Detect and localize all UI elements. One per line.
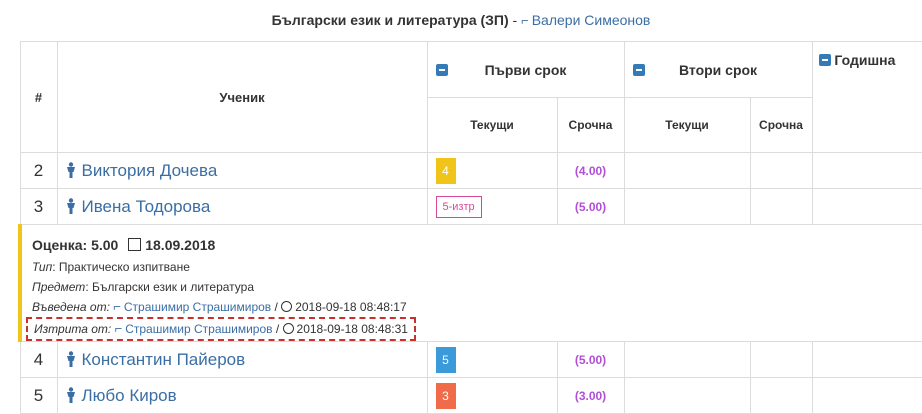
term1-average: (5.00): [556, 341, 625, 378]
student-link[interactable]: Любо Киров: [56, 377, 428, 414]
collapse-term1-icon[interactable]: [435, 64, 448, 76]
student-link[interactable]: Ивена Тодорова: [56, 188, 428, 225]
term2-header[interactable]: Втори срок: [623, 41, 813, 98]
yearly-header[interactable]: Годишна: [811, 41, 922, 153]
grade-badge[interactable]: 5: [435, 346, 456, 373]
term2-current-cell: [623, 377, 751, 414]
grade-subject-line: Предмет: Български език и литература: [32, 277, 914, 297]
term1-label: Първи срок: [484, 61, 567, 78]
row-number: 4: [19, 341, 58, 378]
type-label: Тип: [32, 260, 53, 274]
grade-value: Оценка: 5.00: [32, 237, 119, 253]
term1-average: (3.00): [556, 377, 625, 414]
col-num-header: #: [19, 41, 58, 153]
student-icon: [66, 350, 75, 367]
entered-at: 2018-09-18 08:48:17: [295, 300, 407, 314]
grade-detail-heading: Оценка: 5.00 18.09.2018: [32, 235, 914, 255]
table-row: 4 Константин Пайеров 5 (5.00): [19, 341, 922, 378]
deleted-grade-badge[interactable]: 5-изтр: [435, 195, 482, 218]
table-row: 2 Виктория Дочева 4 (4.00): [19, 152, 922, 189]
term1-current-cell: 3: [426, 377, 558, 414]
glasses-icon: ⌐: [114, 321, 123, 336]
deleted-separator: /: [272, 322, 280, 336]
yearly-cell: [811, 377, 922, 414]
term2-current-cell: [623, 341, 751, 378]
grade-type-line: Тип: Практическо изпитване: [32, 257, 914, 277]
grade-detail-row: Оценка: 5.00 18.09.2018 Тип: Практическо…: [17, 224, 922, 342]
glasses-icon: ⌐: [113, 299, 121, 314]
student-link[interactable]: Константин Пайеров: [56, 341, 428, 378]
term1-average: (4.00): [556, 152, 625, 189]
entered-separator: /: [271, 300, 278, 314]
entered-by-link[interactable]: Страшимир Страшимиров: [124, 300, 271, 314]
deleted-by-line: Изтрита от: ⌐ Страшимир Страшимиров / 201…: [26, 317, 914, 341]
term1-average: (5.00): [556, 188, 625, 225]
title-separator: -: [512, 12, 518, 28]
term1-current-cell: 5: [426, 341, 558, 378]
teacher-link[interactable]: Валери Симеонов: [532, 12, 651, 28]
glasses-icon: ⌐: [521, 13, 529, 28]
term2-current-cell: [623, 152, 751, 189]
student-name: Ивена Тодорова: [81, 196, 211, 216]
deleted-highlight-box: Изтрита от: ⌐ Страшимир Страшимиров / 201…: [26, 317, 416, 341]
clock-icon: [281, 301, 293, 312]
deleted-label: Изтрита от:: [34, 322, 112, 336]
student-icon: [66, 161, 75, 178]
yearly-cell: [811, 188, 922, 225]
type-value: : Практическо изпитване: [52, 260, 190, 274]
row-number: 2: [19, 152, 58, 189]
row-number: 5: [19, 377, 58, 414]
clock-icon: [282, 323, 294, 334]
term1-header[interactable]: Първи срок: [426, 41, 625, 98]
term1-term-header: Срочна: [556, 97, 625, 153]
entered-label: Въведена от:: [32, 300, 110, 314]
term1-current-header: Текущи: [426, 97, 558, 153]
student-icon: [66, 386, 75, 403]
col-student-header: Ученик: [56, 41, 428, 153]
grade-detail-panel: Оценка: 5.00 18.09.2018 Тип: Практическо…: [17, 224, 922, 342]
term2-term-header: Срочна: [749, 97, 813, 153]
student-name: Константин Пайеров: [81, 349, 246, 369]
grade-date: 18.09.2018: [145, 237, 216, 253]
row-number: 3: [19, 188, 58, 225]
collapse-term2-icon[interactable]: [632, 64, 645, 76]
grade-badge[interactable]: 3: [435, 382, 456, 409]
term2-current-cell: [623, 188, 751, 225]
table-row: 5 Любо Киров 3 (3.00): [19, 377, 922, 414]
student-name: Виктория Дочева: [81, 160, 218, 180]
page-title: Български език и литература (ЗП) - ⌐ Вале…: [0, 12, 922, 28]
entered-by-line: Въведена от: ⌐ Страшимир Страшимиров / 20…: [32, 297, 914, 317]
student-icon: [66, 197, 75, 214]
subject-title: Български език и литература (ЗП): [271, 12, 509, 28]
term1-current-cell: 4: [426, 152, 558, 189]
yearly-label: Годишна: [834, 52, 896, 68]
yearly-cell: [811, 152, 922, 189]
yearly-cell: [811, 341, 922, 378]
term2-label: Втори срок: [678, 61, 758, 78]
term2-term-cell: [749, 341, 813, 378]
term2-term-cell: [749, 188, 813, 225]
grades-table: # Ученик Първи срок Втори срок Годишна Т…: [17, 41, 922, 414]
table-row: 3 Ивена Тодорова 5-изтр (5.00): [19, 188, 922, 225]
grade-badge[interactable]: 4: [435, 157, 456, 184]
deleted-by-link[interactable]: Страшимир Страшимиров: [125, 322, 272, 336]
deleted-at: 2018-09-18 08:48:31: [296, 322, 408, 336]
calendar-icon: [128, 238, 142, 251]
subject-label: Предмет: [32, 280, 86, 294]
term2-current-header: Текущи: [623, 97, 751, 153]
student-name: Любо Киров: [81, 385, 177, 405]
term1-current-cell: 5-изтр: [426, 188, 558, 225]
term2-term-cell: [749, 152, 813, 189]
term2-term-cell: [749, 377, 813, 414]
subject-value: : Български език и литература: [85, 280, 255, 294]
student-link[interactable]: Виктория Дочева: [56, 152, 428, 189]
collapse-yearly-icon[interactable]: [818, 54, 831, 66]
